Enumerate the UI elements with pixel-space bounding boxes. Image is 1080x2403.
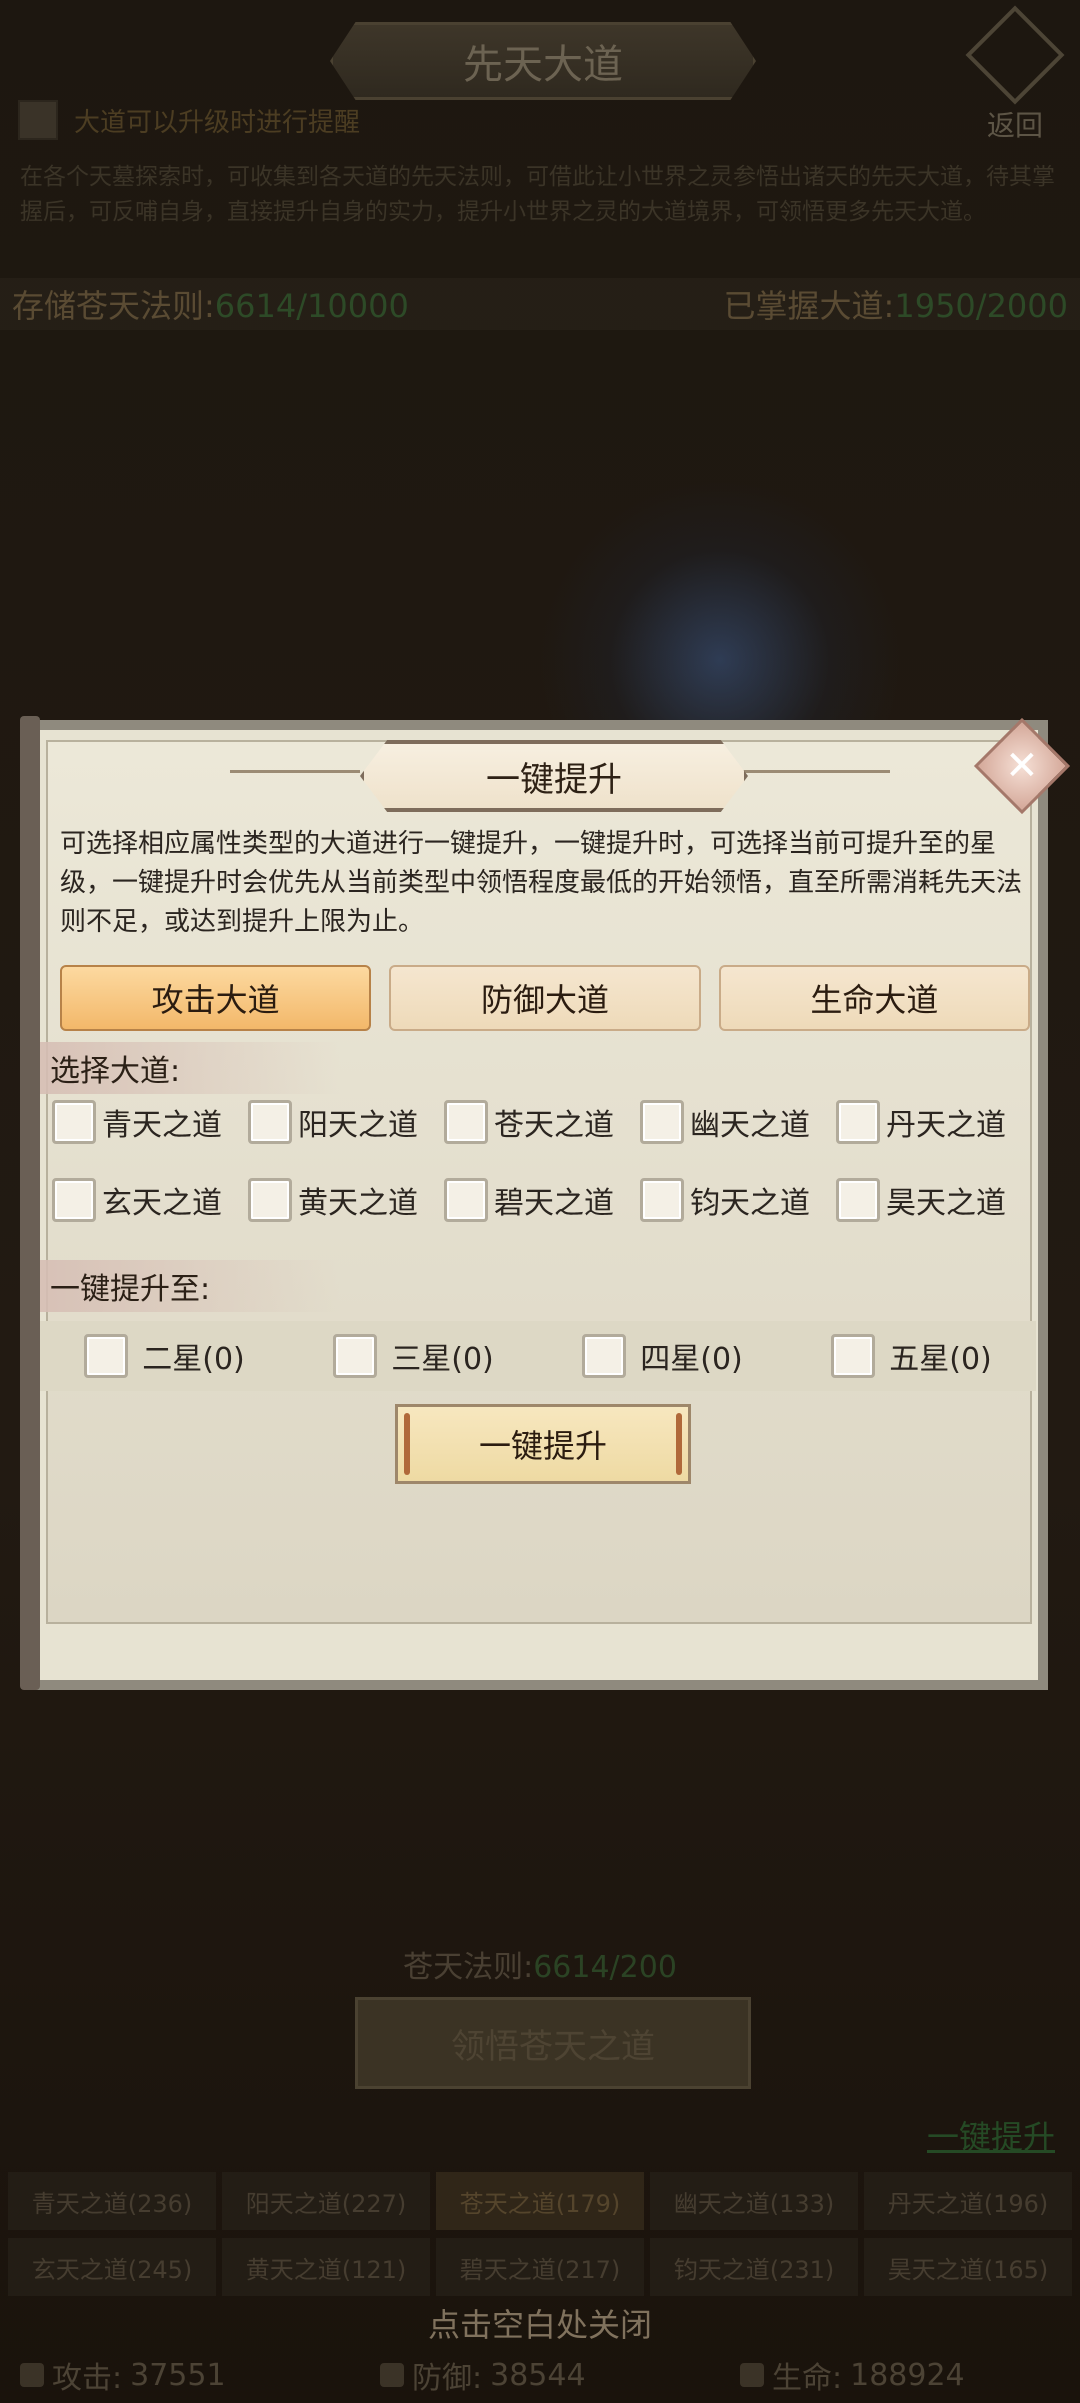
star-option-label: 二星(0)	[142, 1342, 245, 1377]
upgrade-dialog: 一键提升 ✕ 可选择相应属性类型的大道进行一键提升，一键提升时，可选择当前可提升…	[20, 716, 1071, 1690]
tab-defense[interactable]: 防御大道	[389, 965, 701, 1031]
dialog-title: 一键提升	[360, 740, 748, 812]
checkbox[interactable]	[831, 1334, 876, 1378]
checkbox[interactable]	[52, 1178, 96, 1222]
star-option-label: 四星(0)	[640, 1342, 743, 1377]
checkbox[interactable]	[52, 1100, 96, 1144]
dao-option[interactable]: 黄天之道	[248, 1178, 444, 1222]
checkbox[interactable]	[640, 1178, 684, 1222]
dao-option-label: 青天之道	[102, 1108, 222, 1143]
checkbox[interactable]	[444, 1100, 488, 1144]
dao-option[interactable]: 阳天之道	[248, 1100, 444, 1144]
title-line-right	[740, 770, 890, 773]
checkbox[interactable]	[333, 1334, 378, 1378]
checkbox[interactable]	[836, 1178, 880, 1222]
checkbox[interactable]	[248, 1178, 292, 1222]
x-icon: ✕	[1005, 742, 1039, 789]
dao-option-label: 阳天之道	[298, 1108, 418, 1143]
dao-option-label: 黄天之道	[298, 1186, 418, 1221]
dao-option-label: 幽天之道	[690, 1108, 810, 1143]
dao-option-label: 碧天之道	[494, 1186, 614, 1221]
dao-option[interactable]: 昊天之道	[836, 1178, 1032, 1222]
dao-option[interactable]: 碧天之道	[444, 1178, 640, 1222]
star-option[interactable]: 五星(0)	[831, 1334, 992, 1378]
title-line-left	[230, 770, 360, 773]
checkbox[interactable]	[248, 1100, 292, 1144]
star-options: 二星(0) 三星(0) 四星(0) 五星(0)	[40, 1321, 1036, 1391]
checkbox[interactable]	[582, 1334, 627, 1378]
tab-attack[interactable]: 攻击大道	[60, 965, 372, 1031]
type-tabs: 攻击大道 防御大道 生命大道	[60, 965, 1030, 1031]
star-option-label: 三星(0)	[391, 1342, 494, 1377]
tab-life[interactable]: 生命大道	[718, 965, 1030, 1031]
dao-option-label: 玄天之道	[102, 1186, 222, 1221]
checkbox[interactable]	[444, 1178, 488, 1222]
dao-option[interactable]: 苍天之道	[444, 1100, 640, 1144]
star-option-label: 五星(0)	[889, 1342, 992, 1377]
dao-checkbox-grid: 青天之道 阳天之道 苍天之道 幽天之道 丹天之道 玄天之道 黄天之道 碧天之道 …	[52, 1100, 1032, 1222]
one-click-upgrade-button[interactable]: 一键提升	[395, 1404, 691, 1484]
dao-option[interactable]: 幽天之道	[640, 1100, 836, 1144]
star-option[interactable]: 三星(0)	[333, 1334, 494, 1378]
checkbox[interactable]	[836, 1100, 880, 1144]
dao-option[interactable]: 钧天之道	[640, 1178, 836, 1222]
dao-option[interactable]: 玄天之道	[52, 1178, 248, 1222]
dao-option-label: 丹天之道	[886, 1108, 1006, 1143]
upgrade-to-label: 一键提升至:	[40, 1260, 340, 1312]
checkbox[interactable]	[84, 1334, 129, 1378]
star-option[interactable]: 四星(0)	[582, 1334, 743, 1378]
checkbox[interactable]	[640, 1100, 684, 1144]
dao-option-label: 苍天之道	[494, 1108, 614, 1143]
dialog-description: 可选择相应属性类型的大道进行一键提升，一键提升时，可选择当前可提升至的星级，一键…	[60, 829, 1023, 937]
select-dao-label: 选择大道:	[40, 1042, 340, 1094]
dao-option-label: 钧天之道	[690, 1186, 810, 1221]
star-option[interactable]: 二星(0)	[84, 1334, 245, 1378]
dao-option[interactable]: 青天之道	[52, 1100, 248, 1144]
dao-option-label: 昊天之道	[886, 1186, 1006, 1221]
dao-option[interactable]: 丹天之道	[836, 1100, 1032, 1144]
